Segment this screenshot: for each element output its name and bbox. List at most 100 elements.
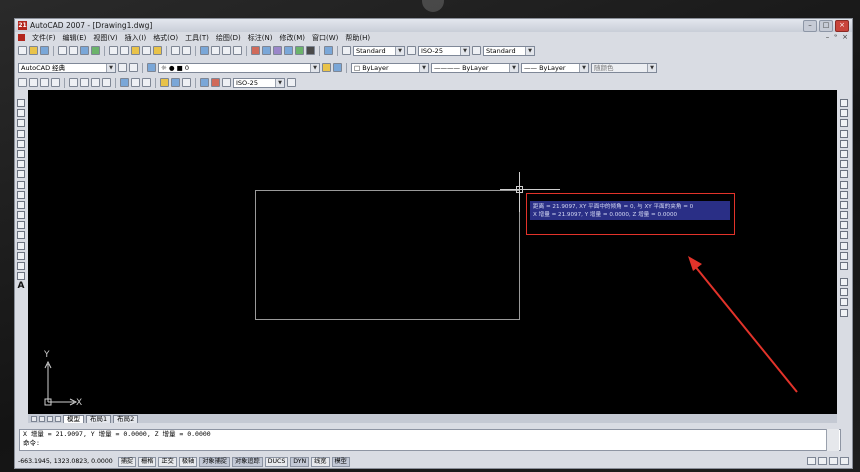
- zoom-window-icon[interactable]: [222, 46, 231, 55]
- rectangle-icon[interactable]: [17, 139, 25, 148]
- menu-insert[interactable]: 插入(I): [125, 33, 147, 43]
- spline-icon[interactable]: [17, 180, 25, 189]
- lineweight-select[interactable]: —— ByLayer ▼: [521, 62, 589, 73]
- color-select[interactable]: □ ByLayer ▼: [351, 62, 429, 73]
- dim-text-edit-icon[interactable]: [211, 78, 220, 87]
- insert-block-icon[interactable]: [17, 211, 25, 220]
- stretch-icon[interactable]: [840, 180, 848, 189]
- erase-icon[interactable]: [840, 99, 848, 107]
- save-icon[interactable]: [40, 46, 49, 55]
- arc-length-icon[interactable]: [40, 78, 49, 87]
- quickcalc-icon[interactable]: [306, 46, 315, 55]
- new-icon[interactable]: [18, 46, 27, 55]
- revision-cloud-icon[interactable]: [17, 170, 25, 179]
- offset-icon[interactable]: [840, 129, 848, 138]
- prev-tab-icon[interactable]: [39, 415, 45, 422]
- communication-center-icon[interactable]: [807, 457, 816, 465]
- dim-update-icon[interactable]: [222, 78, 231, 87]
- ordinate-dim-icon[interactable]: [51, 78, 60, 87]
- zoom-realtime-icon[interactable]: [211, 46, 220, 55]
- circle-icon[interactable]: [17, 160, 25, 169]
- baseline-dim-icon[interactable]: [131, 78, 140, 87]
- properties-icon[interactable]: [251, 46, 260, 55]
- menu-tools[interactable]: 工具(T): [185, 33, 209, 43]
- tolerance-icon[interactable]: [171, 78, 180, 87]
- command-scrollbar[interactable]: [826, 429, 839, 451]
- multiline-text-icon[interactable]: A: [17, 282, 25, 291]
- ellipse-arc-icon[interactable]: [17, 200, 25, 209]
- menu-format[interactable]: 格式(O): [153, 33, 178, 43]
- workspace-settings-icon[interactable]: [118, 63, 127, 72]
- continue-dim-icon[interactable]: [142, 78, 151, 87]
- 3d-dwf-icon[interactable]: [91, 46, 100, 55]
- quick-dim-icon[interactable]: [120, 78, 129, 87]
- menu-window[interactable]: 窗口(W): [312, 33, 338, 43]
- open-icon[interactable]: [29, 46, 38, 55]
- join-icon[interactable]: [840, 231, 848, 240]
- table-style-select[interactable]: Standard ▼: [483, 45, 535, 56]
- cursor-coordinates[interactable]: -663.1945, 1323.0823, 0.0000: [18, 458, 113, 465]
- linear-dim-icon[interactable]: [18, 78, 27, 87]
- menu-modify[interactable]: 修改(M): [279, 33, 305, 43]
- copy-icon[interactable]: [120, 46, 129, 55]
- break-icon[interactable]: [840, 221, 848, 230]
- linetype-select[interactable]: ———— ByLayer ▼: [431, 62, 519, 73]
- center-mark-icon[interactable]: [182, 78, 191, 87]
- mirror-icon[interactable]: [840, 119, 848, 128]
- radius-dim-icon[interactable]: [69, 78, 78, 87]
- menu-draw[interactable]: 绘图(D): [216, 33, 241, 43]
- next-tab-icon[interactable]: [47, 415, 53, 422]
- document-icon[interactable]: [18, 34, 25, 41]
- make-block-icon[interactable]: [17, 221, 25, 230]
- layer-select[interactable]: ☼ ● ■ 0 ▼: [158, 62, 320, 73]
- tab-layout2[interactable]: 布局2: [113, 414, 139, 423]
- doc-restore-button[interactable]: ᵊ: [834, 33, 837, 41]
- menu-dimension[interactable]: 标注(N): [248, 33, 273, 43]
- layer-manager-icon[interactable]: [147, 63, 156, 72]
- polyline-icon[interactable]: [17, 119, 25, 128]
- match-properties-icon[interactable]: [142, 46, 151, 55]
- dim-edit-icon[interactable]: [200, 78, 209, 87]
- jogged-dim-icon[interactable]: [80, 78, 89, 87]
- bring-front-icon[interactable]: [840, 288, 848, 297]
- menu-edit[interactable]: 编辑(E): [63, 33, 87, 43]
- menu-file[interactable]: 文件(F): [32, 33, 56, 43]
- fillet-icon[interactable]: [840, 251, 848, 260]
- close-button[interactable]: ×: [835, 20, 849, 32]
- tab-model[interactable]: 模型: [63, 414, 84, 423]
- extend-icon[interactable]: [840, 200, 848, 209]
- menu-help[interactable]: 帮助(H): [345, 33, 370, 43]
- point-icon[interactable]: [17, 231, 25, 240]
- angular-dim-icon[interactable]: [102, 78, 111, 87]
- pan-icon[interactable]: [200, 46, 209, 55]
- rotate-icon[interactable]: [840, 160, 848, 169]
- move-icon[interactable]: [840, 149, 848, 158]
- undo-icon[interactable]: [171, 46, 180, 55]
- scale-icon[interactable]: [840, 170, 848, 179]
- paste-icon[interactable]: [131, 46, 140, 55]
- workspace-select[interactable]: AutoCAD 经典 ▼: [18, 62, 116, 73]
- osnap-toggle[interactable]: 对象捕捉: [199, 456, 230, 467]
- make-current-layer-icon[interactable]: [322, 63, 331, 72]
- dim-style-manager-icon[interactable]: [287, 78, 296, 87]
- clean-screen-icon[interactable]: [840, 457, 849, 465]
- help-icon[interactable]: [324, 46, 333, 55]
- menu-view[interactable]: 视图(V): [93, 33, 117, 43]
- drawing-area[interactable]: 距离 = 21.9097, XY 平面中的倾角 = 0, 与 XY 平面的夹角 …: [28, 90, 837, 414]
- doc-minimize-button[interactable]: –: [826, 33, 830, 41]
- toolbar-lock-icon[interactable]: [818, 457, 827, 465]
- draw-order-icon[interactable]: [840, 278, 848, 286]
- table-icon[interactable]: [17, 272, 25, 281]
- markup-icon[interactable]: [295, 46, 304, 55]
- aligned-dim-icon[interactable]: [29, 78, 38, 87]
- ellipse-icon[interactable]: [17, 190, 25, 199]
- polar-toggle[interactable]: 极轴: [178, 456, 198, 467]
- zoom-previous-icon[interactable]: [233, 46, 242, 55]
- last-tab-icon[interactable]: [55, 415, 61, 422]
- layer-previous-icon[interactable]: [333, 63, 342, 72]
- region-icon[interactable]: [17, 262, 25, 270]
- publish-icon[interactable]: [80, 46, 89, 55]
- trim-icon[interactable]: [840, 190, 848, 199]
- ducs-toggle[interactable]: DUCS: [264, 456, 289, 467]
- break-at-point-icon[interactable]: [840, 211, 848, 220]
